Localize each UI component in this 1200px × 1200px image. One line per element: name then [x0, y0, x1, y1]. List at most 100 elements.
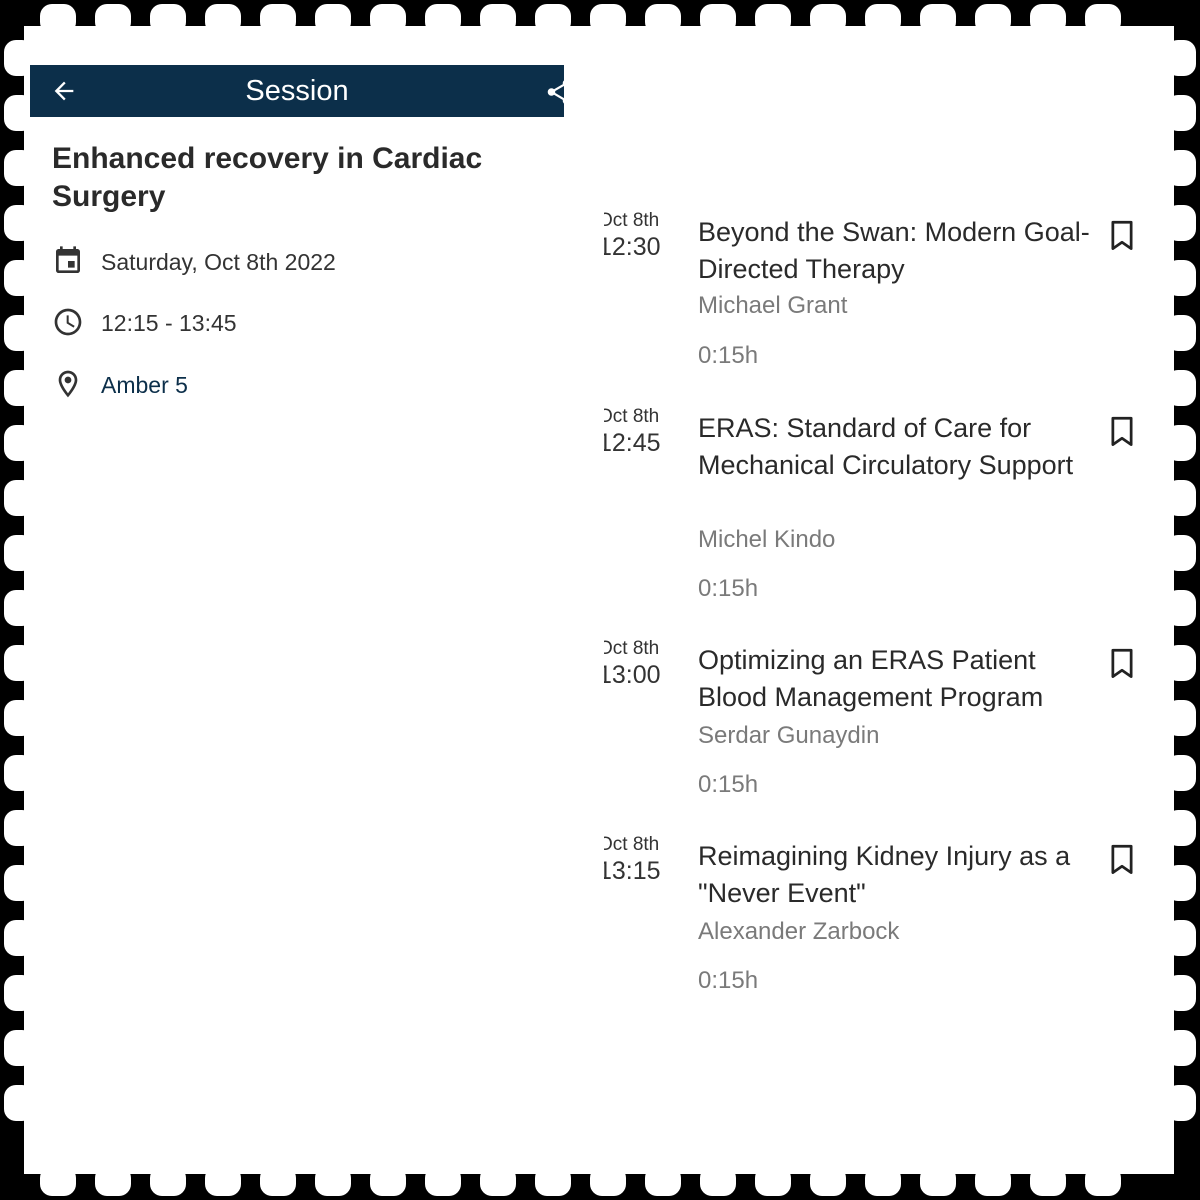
talk-time: 13:00	[604, 661, 661, 689]
stamp-perforation	[700, 1166, 736, 1196]
stamp-perforation	[480, 4, 516, 34]
bookmark-icon[interactable]	[1108, 648, 1136, 680]
stamp-perforation	[4, 150, 34, 186]
stamp-perforation	[645, 1166, 681, 1196]
talk-title[interactable]: Beyond the Swan: Modern Goal-Directed Th…	[698, 214, 1093, 287]
stamp-perforation	[1166, 975, 1196, 1011]
stamp-perforation	[1166, 150, 1196, 186]
stamp-perforation	[1166, 260, 1196, 296]
stamp-perforation	[920, 4, 956, 34]
stamp-perforation	[700, 4, 736, 34]
talk-title[interactable]: Optimizing an ERAS Patient Blood Managem…	[698, 642, 1093, 715]
stamp-perforation	[590, 4, 626, 34]
stamp-perforation	[1166, 535, 1196, 571]
stamp-perforation	[535, 1166, 571, 1196]
stamp-perforation	[4, 1085, 34, 1121]
stamp-perforation	[1166, 755, 1196, 791]
stamp-perforation	[150, 4, 186, 34]
session-title: Enhanced recovery in Cardiac Surgery	[52, 142, 483, 213]
stamp-perforation	[975, 4, 1011, 34]
stamp-perforation	[4, 755, 34, 791]
stamp-perforation	[810, 4, 846, 34]
app-bar: Session	[30, 65, 571, 117]
stamp-perforation	[645, 4, 681, 34]
talk-time: 12:30	[604, 233, 661, 261]
stamp-perforation	[1085, 4, 1121, 34]
talk-duration: 0:15h	[698, 771, 759, 798]
stamp-perforation	[260, 4, 296, 34]
stamp-perforation	[1166, 645, 1196, 681]
stamp-perforation	[480, 1166, 516, 1196]
talk-date: Oct 8th	[604, 210, 660, 231]
talk-title[interactable]: Reimagining Kidney Injury as a "Never Ev…	[698, 838, 1093, 911]
stamp-perforation	[205, 4, 241, 34]
talk-speaker: Michael Grant	[698, 292, 848, 319]
talk-duration: 0:15h	[698, 575, 759, 602]
session-location-link[interactable]: Amber 5	[101, 368, 188, 402]
stamp-perforation	[425, 1166, 461, 1196]
talk-datetime: Oct 8th 12:30	[604, 210, 674, 262]
stamp-perforation	[755, 1166, 791, 1196]
talk-duration: 0:15h	[698, 342, 759, 369]
stamp-perforation	[1166, 1030, 1196, 1066]
stamp-perforation	[4, 370, 34, 406]
stamp-perforation	[1166, 1085, 1196, 1121]
stamp-perforation	[370, 1166, 406, 1196]
stamp-perforation	[425, 4, 461, 34]
stamp-perforation	[1166, 40, 1196, 76]
stamp-perforation	[4, 205, 34, 241]
app-bar-title: Session	[245, 75, 349, 107]
stamp-perforation	[1166, 95, 1196, 131]
stamp-perforation	[4, 425, 34, 461]
stamp-perforation	[95, 4, 131, 34]
bookmark-icon[interactable]	[1108, 844, 1136, 876]
session-date: Saturday, Oct 8th 2022	[101, 249, 336, 275]
calendar-icon	[56, 246, 80, 273]
stamp-perforation	[4, 260, 34, 296]
stamp-perforation	[40, 4, 76, 34]
stamp-perforation	[4, 480, 34, 516]
stamp-perforation	[315, 4, 351, 34]
talk-title[interactable]: ERAS: Standard of Care for Mechanical Ci…	[698, 410, 1093, 483]
stamp-perforation	[1166, 315, 1196, 351]
stamp-perforation	[810, 1166, 846, 1196]
stamp-perforation	[1166, 590, 1196, 626]
talk-duration: 0:15h	[698, 967, 759, 994]
stamp-perforation	[755, 4, 791, 34]
talk-datetime: Oct 8th 13:15	[604, 834, 674, 886]
stamp-perforation	[95, 1166, 131, 1196]
stamp-perforation	[4, 865, 34, 901]
stamp-perforation	[4, 1030, 34, 1066]
stamp-perforation	[1166, 700, 1196, 736]
stamp-perforation	[1166, 480, 1196, 516]
stamp-perforation	[4, 975, 34, 1011]
stamp-perforation	[1030, 4, 1066, 34]
stamp-perforation	[205, 1166, 241, 1196]
stamp-perforation	[1085, 1166, 1121, 1196]
stamp-perforation	[4, 920, 34, 956]
stamp-perforation	[1030, 1166, 1066, 1196]
talk-time: 12:45	[604, 429, 661, 457]
stamp-perforation	[4, 645, 34, 681]
stamp-perforation	[150, 1166, 186, 1196]
talk-speaker: Serdar Gunaydin	[698, 722, 880, 749]
bookmark-icon[interactable]	[1108, 416, 1136, 448]
stamp-perforation	[40, 1166, 76, 1196]
stamp-perforation	[1166, 205, 1196, 241]
talk-date: Oct 8th	[604, 638, 660, 659]
stamp-perforation	[1166, 810, 1196, 846]
session-time: 12:15 - 13:45	[101, 310, 237, 336]
share-icon[interactable]	[544, 77, 574, 107]
stamp-perforation	[315, 1166, 351, 1196]
stamp-perforation	[920, 1166, 956, 1196]
stamp-perforation	[1166, 425, 1196, 461]
talk-date: Oct 8th	[604, 406, 660, 427]
stamp-perforation	[1166, 865, 1196, 901]
bookmark-icon[interactable]	[1108, 220, 1136, 252]
stamp-perforation	[1166, 920, 1196, 956]
stamp-perforation	[370, 4, 406, 34]
stamp-perforation	[260, 1166, 296, 1196]
talk-speaker: Michel Kindo	[698, 526, 836, 553]
talk-speaker: Alexander Zarbock	[698, 918, 900, 945]
stamp-perforation	[865, 1166, 901, 1196]
